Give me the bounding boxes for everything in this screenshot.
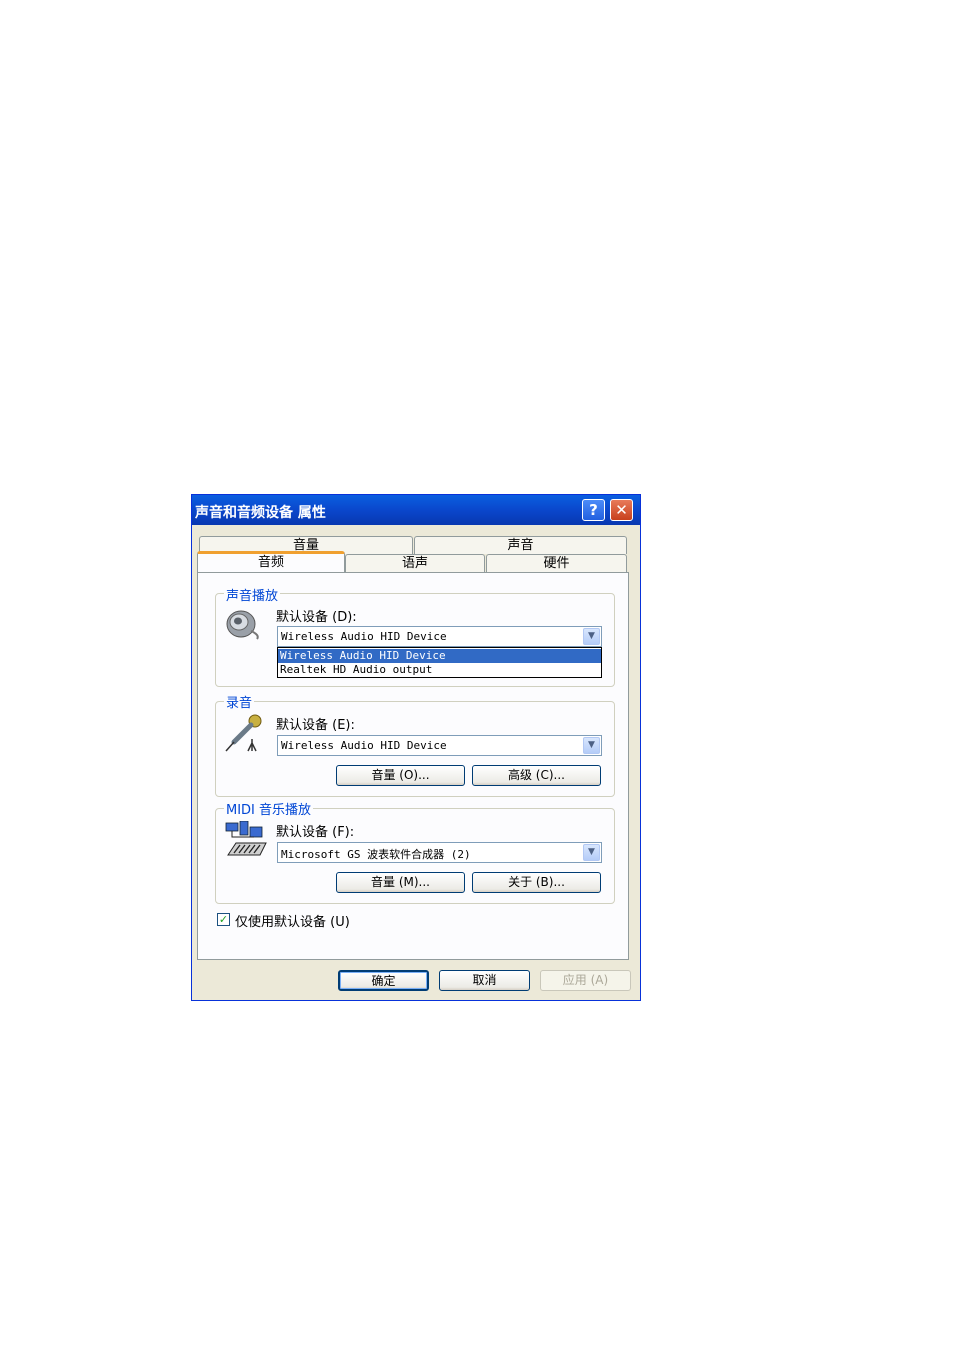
tab-voice[interactable]: 语声: [345, 554, 485, 572]
playback-device-dropdown-list: Wireless Audio HID Device Realtek HD Aud…: [277, 647, 602, 678]
midi-keyboard-icon: [224, 820, 268, 857]
cancel-button[interactable]: 取消: [439, 970, 530, 991]
list-item[interactable]: Realtek HD Audio output: [278, 663, 601, 677]
window-title: 声音和音频设备 属性: [195, 505, 326, 521]
close-button[interactable]: ✕: [610, 499, 633, 521]
help-button[interactable]: ?: [582, 499, 605, 521]
midi-selected-device: Microsoft GS 波表软件合成器 (2): [281, 848, 471, 861]
midi-device-combobox[interactable]: Microsoft GS 波表软件合成器 (2) ▼: [277, 842, 602, 863]
playback-default-device-label: 默认设备 (D):: [276, 610, 357, 625]
tab-hardware[interactable]: 硬件: [486, 554, 627, 572]
midi-volume-button[interactable]: 音量 (M)...: [336, 872, 465, 893]
tab-audio[interactable]: 音频: [197, 551, 345, 572]
recording-selected-device: Wireless Audio HID Device: [281, 739, 447, 752]
use-default-only-checkbox[interactable]: ✓: [217, 913, 230, 926]
chevron-down-icon[interactable]: ▼: [583, 844, 600, 861]
playback-selected-device: Wireless Audio HID Device: [281, 630, 447, 643]
microphone-icon: [224, 713, 264, 753]
chevron-down-icon[interactable]: ▼: [583, 628, 600, 645]
playback-device-combobox[interactable]: Wireless Audio HID Device ▼: [277, 626, 602, 647]
midi-group-title: MIDI 音乐播放: [224, 799, 314, 818]
ok-button[interactable]: 确定: [338, 970, 429, 991]
playback-group-title: 声音播放: [224, 585, 281, 604]
sound-properties-dialog: 声音和音频设备 属性 ? ✕ 音量 声音 音频 语声 硬件 声音播放 默认设备 …: [191, 494, 641, 1001]
recording-default-device-label: 默认设备 (E):: [276, 718, 355, 733]
midi-about-button[interactable]: 关于 (B)...: [472, 872, 601, 893]
recording-device-combobox[interactable]: Wireless Audio HID Device ▼: [277, 735, 602, 756]
chevron-down-icon[interactable]: ▼: [583, 737, 600, 754]
title-bar[interactable]: 声音和音频设备 属性 ? ✕: [192, 495, 640, 525]
recording-volume-button[interactable]: 音量 (O)...: [336, 765, 465, 786]
midi-default-device-label: 默认设备 (F):: [276, 825, 355, 840]
list-item[interactable]: Wireless Audio HID Device: [278, 649, 601, 663]
tab-sounds[interactable]: 声音: [414, 536, 627, 554]
speaker-icon: [224, 607, 262, 641]
apply-button[interactable]: 应用 (A): [540, 970, 631, 991]
recording-group-title: 录音: [224, 692, 255, 711]
recording-advanced-button[interactable]: 高级 (C)...: [472, 765, 601, 786]
use-default-only-label[interactable]: 仅使用默认设备 (U): [235, 911, 350, 930]
